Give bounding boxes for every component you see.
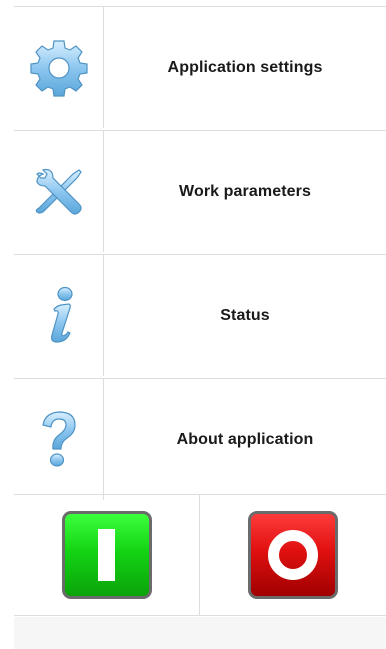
start-cell xyxy=(14,495,200,615)
power-off-icon xyxy=(268,530,318,580)
menu-item-application-settings[interactable]: Application settings xyxy=(14,6,386,128)
question-icon xyxy=(37,409,81,471)
menu-item-label: Application settings xyxy=(167,58,323,76)
menu-item-icon-cell xyxy=(14,131,104,252)
menu-item-icon-cell xyxy=(14,7,104,128)
main-menu-screen: Application settings Work parameters Sta… xyxy=(0,0,386,649)
info-icon xyxy=(39,285,79,347)
start-button[interactable] xyxy=(61,511,152,599)
menu-item-about-application[interactable]: About application xyxy=(14,378,386,500)
menu-item-label: Status xyxy=(220,306,270,324)
menu-item-work-parameters[interactable]: Work parameters xyxy=(14,130,386,252)
power-controls xyxy=(14,494,386,616)
menu-list: Application settings Work parameters Sta… xyxy=(14,6,386,502)
menu-item-label: Work parameters xyxy=(179,182,311,200)
stop-cell xyxy=(200,495,386,615)
tools-icon xyxy=(31,164,87,220)
menu-item-status[interactable]: Status xyxy=(14,254,386,376)
menu-item-icon-cell xyxy=(14,379,104,500)
power-on-icon xyxy=(98,529,115,581)
stop-button[interactable] xyxy=(248,511,338,599)
footer-bar xyxy=(14,617,386,649)
menu-item-label: About application xyxy=(176,430,314,448)
menu-item-icon-cell xyxy=(14,255,104,376)
gear-icon xyxy=(28,37,90,99)
